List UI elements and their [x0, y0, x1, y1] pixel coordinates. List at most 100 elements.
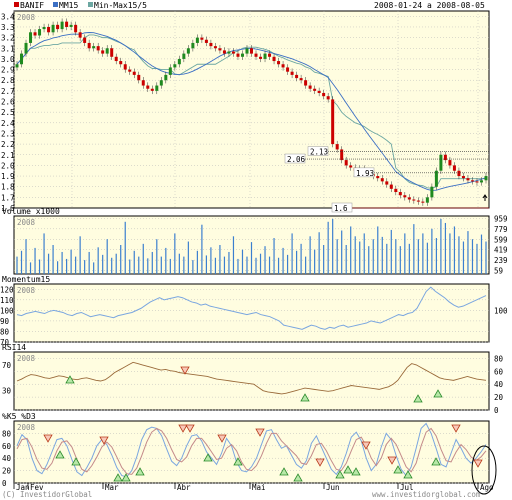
legend-minmax-label: Min-Max15/5	[94, 1, 147, 10]
candle-body	[33, 32, 37, 36]
candle-body	[218, 48, 222, 51]
candle-body	[20, 53, 24, 65]
price-tick-label: 1.7	[1, 193, 15, 202]
candle-body	[299, 78, 303, 81]
candle-body	[236, 53, 240, 57]
candle-body	[87, 42, 91, 49]
candle-body	[268, 53, 272, 57]
rsi-title: RSI14	[2, 343, 26, 352]
candle-body	[412, 199, 416, 201]
rsi-tick-label: 40	[494, 380, 504, 389]
candle-body	[439, 154, 443, 171]
candle-body	[92, 46, 96, 49]
candle-body	[421, 201, 425, 203]
volume-tick-label: 59	[494, 267, 503, 276]
price-panel: 2008 3.43.33.23.13.02.92.82.72.62.52.42.…	[1, 10, 490, 213]
candle-body	[159, 80, 163, 86]
price-tick-label: 2.6	[1, 98, 15, 107]
candle-body	[394, 188, 398, 193]
candle-body	[222, 50, 226, 54]
date-range: 2008-01-24 a 2008-08-05	[374, 1, 485, 10]
candle-body	[484, 176, 488, 181]
volume-tick-label: 779	[494, 225, 508, 234]
candle-body	[195, 37, 199, 43]
price-tick-label: 3.3	[1, 23, 15, 32]
rsi-tick-label: 20	[494, 393, 504, 402]
stoch-panel: %K5 %D3 2008 80 60 40 20 0	[2, 412, 497, 495]
candle-body	[209, 42, 213, 47]
candle-body	[83, 37, 87, 43]
price-tick-label: 2.4	[1, 119, 15, 128]
candle-body	[389, 184, 393, 189]
candle-body	[42, 26, 46, 30]
rsi-left-tick: 30	[2, 387, 12, 396]
candle-body	[317, 90, 321, 93]
price-tick-label: 2.7	[1, 87, 15, 96]
price-tick-label: 3.0	[1, 55, 15, 64]
candle-body	[344, 160, 348, 166]
footer-copyright: (C) InvestidorGlobal	[2, 490, 92, 499]
candle-body	[259, 56, 263, 59]
candle-body	[56, 24, 60, 30]
price-tick-label: 3.1	[1, 44, 15, 53]
stock-chart: BANIF MM15 Min-Max15/5 2008-01-24 a 2008…	[0, 1, 508, 499]
candle-body	[263, 53, 267, 59]
candle-body	[78, 32, 82, 38]
price-tick-label: 2.5	[1, 108, 15, 117]
annotation-label: 1.93	[356, 169, 374, 178]
footer-website: www.investidorglobal.com	[372, 490, 481, 499]
candle-body	[470, 180, 474, 182]
candle-body	[272, 56, 276, 62]
candle-body	[200, 37, 204, 40]
price-year-watermark: 2008	[17, 13, 36, 22]
chart-header: BANIF MM15 Min-Max15/5 2008-01-24 a 2008…	[14, 1, 485, 10]
candle-body	[380, 178, 384, 182]
annotation-label: 2.13	[310, 148, 328, 157]
candle-body	[349, 165, 353, 168]
candle-body	[322, 92, 326, 97]
price-tick-label: 1.9	[1, 172, 15, 181]
price-tick-label: 2.2	[1, 140, 15, 149]
volume-year-watermark: 2008	[17, 218, 36, 227]
candle-body	[105, 48, 109, 54]
candle-body	[286, 67, 290, 72]
rsi-tick-label: 60	[494, 367, 504, 376]
candle-body	[331, 99, 335, 145]
candle-body	[173, 64, 177, 68]
candle-body	[313, 88, 317, 91]
candle-body	[376, 176, 380, 179]
candle-body	[407, 197, 411, 200]
candle-body	[452, 165, 456, 171]
momentum-year-watermark: 2008	[17, 286, 36, 295]
candle-body	[245, 48, 249, 54]
candle-body	[425, 197, 429, 203]
stoch-panel-bg	[13, 420, 490, 484]
candle-body	[38, 29, 42, 36]
candle-body	[137, 74, 141, 81]
candle-body	[204, 39, 208, 43]
candle-body	[96, 46, 100, 51]
stoch-tick-label: 80	[2, 429, 12, 438]
candle-body	[461, 176, 465, 179]
candle-body	[29, 32, 33, 43]
momentum-right-tick: 100	[494, 306, 508, 315]
volume-panel: Volume x1000 2008 959 779599 419239 59	[2, 207, 508, 276]
candle-body	[326, 96, 330, 100]
annotation-label: 2.06	[287, 155, 306, 164]
rsi-panel: RSI14 2008 8060402007030	[2, 343, 504, 415]
candle-body	[231, 51, 235, 54]
candle-body	[69, 24, 73, 27]
candle-body	[340, 149, 344, 161]
momentum-tick-label: 120	[0, 285, 14, 294]
rsi-left-tick: 70	[2, 361, 12, 370]
candle-body	[123, 64, 127, 70]
candle-body	[110, 48, 114, 57]
candle-body	[186, 48, 190, 54]
candle-body	[240, 53, 244, 57]
candle-body	[295, 74, 299, 79]
price-tick-label: 2.3	[1, 129, 15, 138]
candle-body	[164, 74, 168, 81]
candle-body	[114, 56, 118, 62]
candle-body	[119, 61, 123, 65]
candle-body	[308, 85, 312, 89]
